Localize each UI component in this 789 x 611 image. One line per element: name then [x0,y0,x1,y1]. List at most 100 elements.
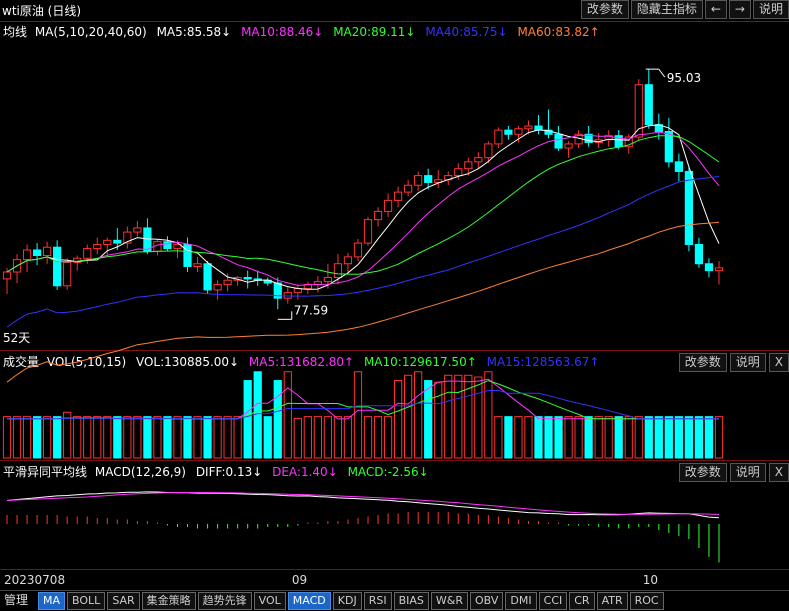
volume-bar [243,380,252,459]
candle-body [233,277,242,281]
volume-bar [32,416,42,459]
candle-body [363,219,373,244]
volume-bar [123,416,132,459]
candle-body [464,161,473,170]
vol-close-button[interactable]: X [768,353,789,372]
tab-atr[interactable]: ATR [596,592,628,610]
ma20-legend: MA20:89.11↓ [333,25,416,39]
volume-bar [414,371,423,459]
volume-bar [584,416,593,459]
volume-bar [103,416,112,459]
tab-趋势先锋[interactable]: 趋势先锋 [197,592,252,610]
candle-body [203,263,212,291]
ma-legend-name: 均线 [3,25,28,39]
tab-macd[interactable]: MACD [287,592,331,610]
volume-bar [554,416,563,459]
volume-bar [153,416,162,459]
candle-body [153,241,162,252]
volume-bar [694,416,704,459]
macd-diff-line [6,491,720,519]
volume-bar [73,416,82,459]
hide-main-indicator-button[interactable]: 隐藏主指标 [630,0,703,19]
tab-rsi[interactable]: RSI [363,592,392,610]
candle-body [694,243,704,265]
volume-bar [514,416,523,459]
period-label: 52天 [3,331,30,345]
help-button[interactable]: 说明 [752,0,789,19]
vol-value-legend: VOL:130885.00↓ [135,355,240,369]
ma40-legend: MA40:85.75↓ [425,25,508,39]
macd-close-button[interactable]: X [768,463,789,482]
volume-bar [704,416,714,459]
right-arrow-button[interactable]: → [728,0,751,19]
volume-bar [53,416,62,459]
vol-edit-params-button[interactable]: 改参数 [678,353,727,372]
volume-bar [183,416,192,459]
edit-params-button[interactable]: 改参数 [580,0,629,19]
tab-管理[interactable]: 管理 [0,592,32,610]
volume-bar [273,380,282,459]
indicator-tab-bar: 管理 MA BOLL SAR 集金策略 趋势先锋 VOL MACD KDJ RSI BIAS W&R O… [0,590,789,611]
candle-body [584,133,593,144]
macd-edit-params-button[interactable]: 改参数 [678,463,727,482]
vol-ma5-line [7,378,719,420]
candle-body [113,239,122,244]
tab-bias[interactable]: BIAS [393,592,429,610]
macd-dea-line [6,492,720,515]
candle-body [664,131,673,163]
tab-w&r[interactable]: W&R [430,592,469,610]
tab-boll[interactable]: BOLL [67,592,106,610]
tab-集金策略[interactable]: 集金策略 [141,592,196,610]
volume-bar [303,416,312,459]
candle-body [243,277,252,280]
tab-cci[interactable]: CCI [538,592,568,610]
left-arrow-button[interactable]: ← [704,0,727,19]
candle-body [474,157,483,163]
volume-bar [2,416,12,459]
tab-dmi[interactable]: DMI [505,592,537,610]
ma40-line [6,176,720,328]
volume-bar [484,371,493,459]
tab-obv[interactable]: OBV [470,592,504,610]
header-buttons: 改参数 隐藏主指标 ← → 说明 [580,0,789,19]
tab-kdj[interactable]: KDJ [332,592,362,610]
x-axis-label: 20230708 [4,573,65,587]
candle-body [373,210,383,221]
candle-body [424,175,433,183]
volume-bar [12,416,22,459]
candle-body [123,231,132,244]
candle-body [414,175,423,186]
candle-body [644,84,653,126]
macd-legend-name: 平滑异同平均线 [3,465,88,479]
candle-body [303,283,312,290]
macd-help-button[interactable]: 说明 [729,463,766,482]
tab-ma[interactable]: MA [38,592,66,610]
tab-roc[interactable]: ROC [629,592,664,610]
candle-body [554,133,563,149]
vol-legend-params: VOL(5,10,15) [46,355,127,369]
ma5-legend: MA5:85.58↓ [156,25,232,39]
candle-body [704,263,714,272]
vol-help-button[interactable]: 说明 [729,353,766,372]
chart-title: wti原油 (日线) [2,4,82,18]
candle-body [393,191,403,201]
tab-sar[interactable]: SAR [107,592,140,610]
volume-bar [444,374,453,459]
volume-bar [564,416,573,459]
vol-buttons: 改参数 说明 X [678,353,789,372]
volume-bar [674,416,683,459]
volume-bar [173,416,182,459]
volume-bar [253,371,262,459]
tab-vol[interactable]: VOL [253,592,286,610]
volume-bar [163,416,172,459]
candle-body [574,133,583,145]
tab-cr[interactable]: CR [569,592,595,610]
volume-bar [213,416,222,459]
volume-bar [464,374,473,459]
chart-canvas[interactable]: 95.03 77.59 52天 20230708 09 10 [0,0,789,590]
volume-bar [293,417,302,459]
ma20-line [6,135,720,275]
vol-legend-name: 成交量 [3,355,40,369]
volume-bar [363,416,373,459]
candle-body [624,136,633,148]
